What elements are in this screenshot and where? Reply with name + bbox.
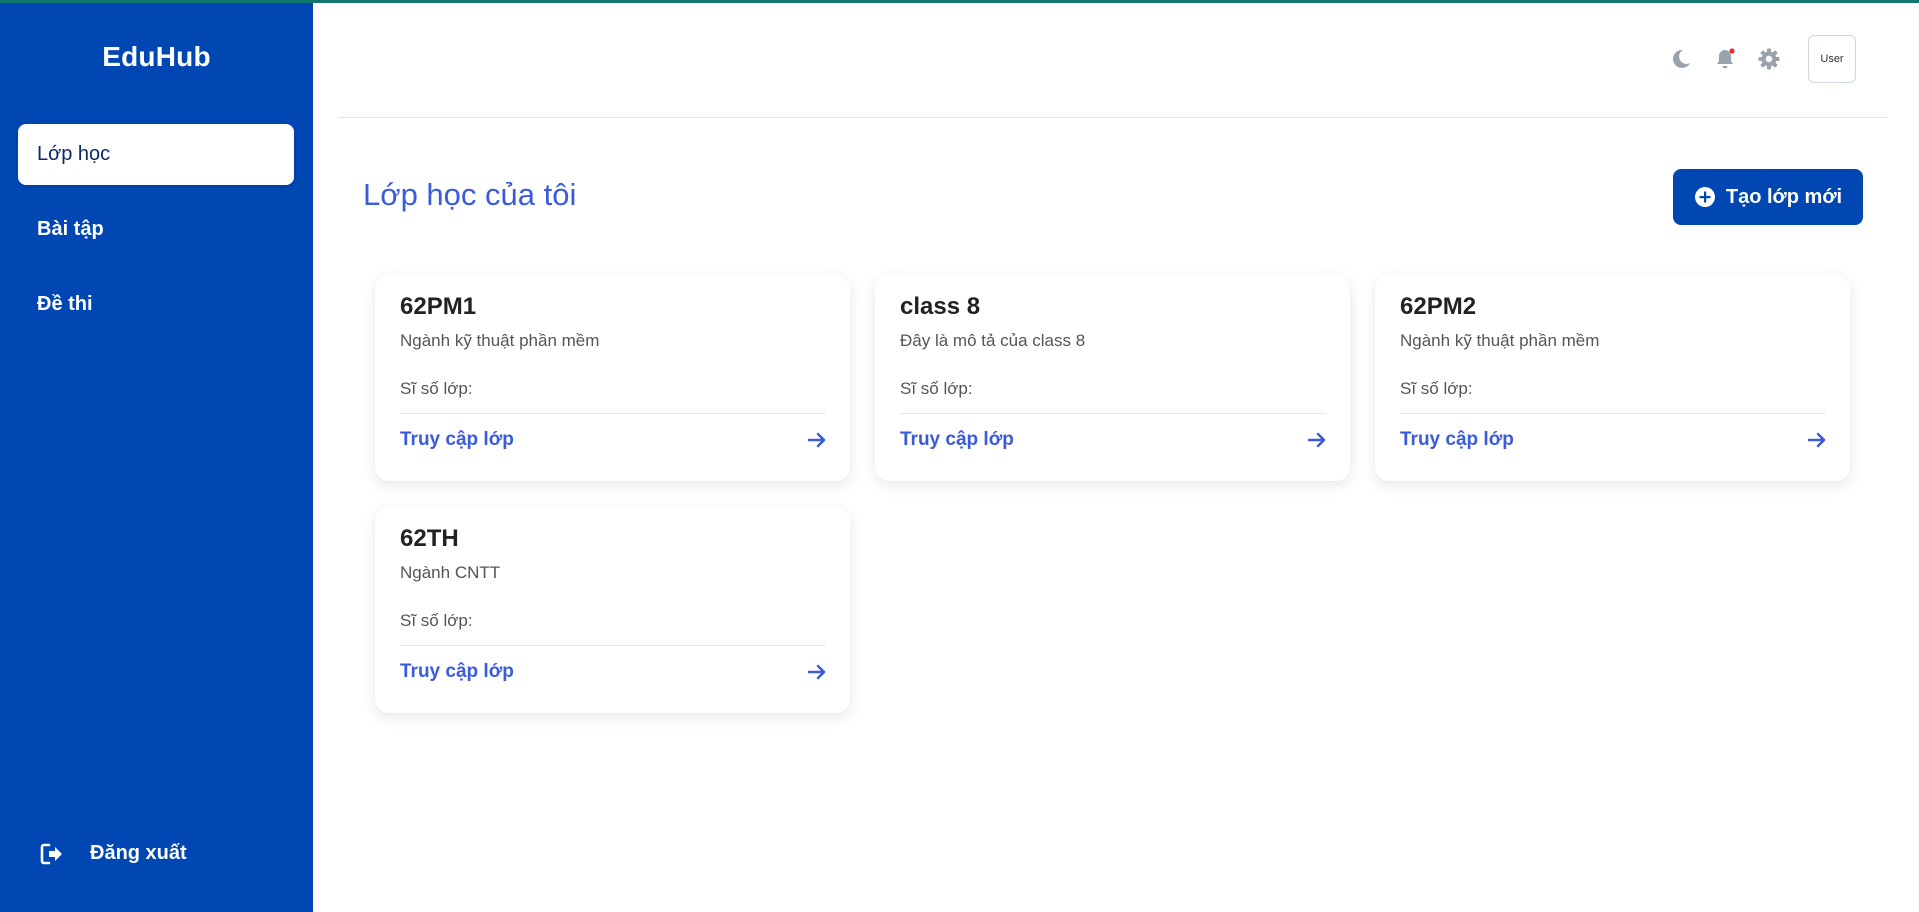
- user-avatar[interactable]: User: [1808, 35, 1856, 83]
- notification-dot: [1729, 48, 1735, 54]
- class-name: 62PM1: [400, 293, 477, 320]
- class-name: class 8: [900, 293, 981, 320]
- sidebar-item-label: Đề thi: [37, 293, 93, 315]
- class-description: Ngành CNTT: [400, 563, 501, 582]
- bell-icon: [1717, 48, 1735, 69]
- class-name: 62PM2: [1400, 293, 1477, 320]
- access-class-label: Truy cập lớp: [900, 429, 1014, 450]
- sidebar-nav: Lớp học Bài tập Đề thi: [18, 124, 294, 349]
- class-card: 62PM2 Ngành kỹ thuật phần mềm Sĩ số lớp:…: [1375, 275, 1850, 481]
- class-card: 62PM1 Ngành kỹ thuật phần mềm Sĩ số lớp:…: [375, 275, 850, 481]
- top-actions: User: [1652, 35, 1856, 83]
- create-class-button[interactable]: Tạo lớp mới: [1673, 169, 1863, 225]
- class-size-label: Sĩ số lớp:: [400, 611, 826, 646]
- access-class-label: Truy cập lớp: [1400, 429, 1514, 450]
- brand-logo[interactable]: EduHub: [0, 41, 313, 73]
- class-size-label: Sĩ số lớp:: [1400, 379, 1826, 414]
- access-class-label: Truy cập lớp: [400, 661, 514, 682]
- class-description: Ngành kỹ thuật phần mềm: [1400, 331, 1600, 350]
- sidebar: EduHub Lớp học Bài tập Đề thi Đăng xuất: [0, 3, 313, 912]
- moon-icon: [1672, 49, 1690, 68]
- sidebar-item-classes[interactable]: Lớp học: [18, 124, 294, 185]
- class-size-label: Sĩ số lớp:: [400, 379, 826, 414]
- sidebar-item-label: Bài tập: [37, 218, 104, 240]
- access-class-link[interactable]: Truy cập lớp: [400, 429, 826, 451]
- class-card: class 8 Đây là mô tả của class 8 Sĩ số l…: [875, 275, 1350, 481]
- settings-button[interactable]: [1754, 44, 1784, 74]
- class-description: Ngành kỹ thuật phần mềm: [400, 331, 600, 350]
- theme-toggle-button[interactable]: [1666, 44, 1696, 74]
- access-class-label: Truy cập lớp: [400, 429, 514, 450]
- class-name: 62TH: [400, 525, 459, 552]
- access-class-link[interactable]: Truy cập lớp: [900, 429, 1326, 451]
- class-description: Đây là mô tả của class 8: [900, 331, 1086, 350]
- class-card: 62TH Ngành CNTT Sĩ số lớp: Truy cập lớp: [375, 507, 850, 713]
- access-class-link[interactable]: Truy cập lớp: [1400, 429, 1826, 451]
- app-root: EduHub Lớp học Bài tập Đề thi Đăng xuất: [0, 0, 1919, 912]
- notifications-button[interactable]: [1710, 44, 1740, 74]
- arrow-right-icon: [1808, 432, 1826, 448]
- logout-button[interactable]: Đăng xuất: [40, 842, 187, 865]
- class-size-label: Sĩ số lớp:: [900, 379, 1326, 414]
- logout-label: Đăng xuất: [90, 842, 187, 864]
- plus-circle-icon: [1694, 187, 1715, 207]
- arrow-right-icon: [1308, 432, 1326, 448]
- sidebar-item-assignments[interactable]: Bài tập: [18, 199, 294, 260]
- top-bar: User: [338, 3, 1888, 118]
- create-class-label: Tạo lớp mới: [1725, 185, 1843, 208]
- class-list: 62PM1 Ngành kỹ thuật phần mềm Sĩ số lớp:…: [375, 275, 1875, 713]
- arrow-right-icon: [808, 664, 826, 680]
- sidebar-item-exams[interactable]: Đề thi: [18, 274, 294, 335]
- logout-icon: [40, 843, 62, 864]
- sidebar-item-label: Lớp học: [37, 143, 111, 165]
- access-class-link[interactable]: Truy cập lớp: [400, 661, 826, 683]
- gear-icon: [1758, 48, 1780, 70]
- arrow-right-icon: [808, 432, 826, 448]
- page-title: Lớp học của tôi: [363, 177, 577, 212]
